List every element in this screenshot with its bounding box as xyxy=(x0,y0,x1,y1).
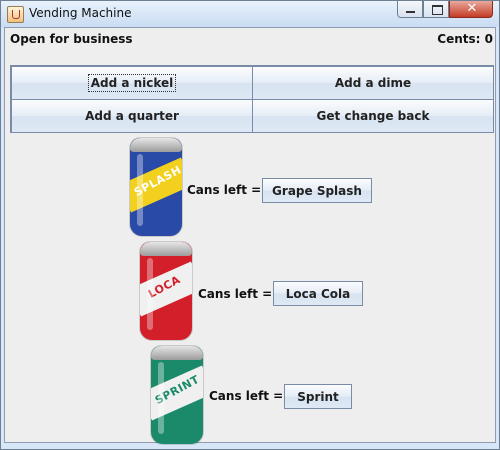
grape-splash-cans-left: Cans left = 2 xyxy=(187,183,274,197)
sprint-cans-left: Cans left = 2 xyxy=(209,389,296,403)
minimize-button[interactable] xyxy=(397,1,423,18)
content-panel: Open for business Cents: 0 Add a nickel … xyxy=(4,27,496,444)
grape-splash-can-image: SPLASH xyxy=(130,138,182,236)
close-icon: ✕ xyxy=(466,1,478,16)
window-controls: ✕ xyxy=(397,1,493,19)
window-title: Vending Machine xyxy=(29,6,132,20)
get-change-label: Get change back xyxy=(316,109,430,123)
java-cup-icon xyxy=(7,6,24,23)
add-quarter-button[interactable]: Add a quarter xyxy=(11,99,253,133)
sprint-button[interactable]: Sprint xyxy=(284,384,352,409)
add-dime-label: Add a dime xyxy=(334,76,412,90)
close-button[interactable]: ✕ xyxy=(449,1,493,18)
loca-cola-can-image: LOCA xyxy=(140,242,192,340)
grape-splash-button[interactable]: Grape Splash xyxy=(262,178,372,203)
get-change-button[interactable]: Get change back xyxy=(252,99,494,133)
app-window: Vending Machine ✕ Open for business Cent… xyxy=(0,0,500,450)
sprint-can-image: SPRINT xyxy=(151,346,203,444)
coin-button-grid: Add a nickel Add a dime Add a quarter Ge… xyxy=(10,65,494,133)
title-bar[interactable]: Vending Machine ✕ xyxy=(1,1,499,27)
add-nickel-label: Add a nickel xyxy=(87,74,177,92)
add-nickel-button[interactable]: Add a nickel xyxy=(11,66,253,100)
loca-cola-button[interactable]: Loca Cola xyxy=(273,281,363,306)
loca-cola-cans-left: Cans left = 2 xyxy=(198,287,285,301)
add-quarter-label: Add a quarter xyxy=(85,109,179,123)
cents-display: Cents: 0 xyxy=(437,32,493,46)
add-dime-button[interactable]: Add a dime xyxy=(252,66,494,100)
minimize-icon xyxy=(406,11,415,13)
business-status: Open for business xyxy=(10,32,133,46)
maximize-icon xyxy=(432,5,443,15)
maximize-button[interactable] xyxy=(423,1,449,18)
